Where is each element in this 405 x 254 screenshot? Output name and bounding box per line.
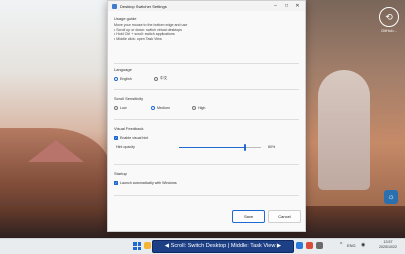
start-button[interactable] bbox=[133, 242, 141, 250]
sensitivity-section: Scroll Sensitivity Low Medium High bbox=[114, 96, 299, 110]
divider bbox=[114, 195, 299, 196]
scroll-hint-banner: ◀ Scroll: Switch Desktop | Middle: Task … bbox=[152, 240, 294, 253]
visual-feedback-title: Visual Feedback bbox=[114, 126, 144, 131]
file-explorer-icon[interactable] bbox=[144, 242, 151, 249]
desktop-icon-label: GitHub... bbox=[381, 28, 397, 33]
wallpaper-arch bbox=[318, 70, 370, 190]
sensitivity-option-high[interactable]: High bbox=[192, 106, 205, 110]
language-chinese-label: 中文 bbox=[160, 76, 168, 80]
usage-guide-text: Move your mouse to the bottom edge and u… bbox=[114, 23, 299, 41]
usage-guide-section: Usage guide Move your mouse to the botto… bbox=[114, 16, 299, 41]
language-section: Language English 中文 bbox=[114, 67, 299, 81]
divider bbox=[114, 164, 299, 165]
radio-unselected[interactable] bbox=[154, 76, 158, 81]
checkbox-checked-icon[interactable]: ✓ bbox=[114, 136, 118, 140]
minimize-button[interactable]: – bbox=[270, 1, 281, 11]
widget-icon[interactable]: ☼ bbox=[384, 190, 398, 204]
sensitivity-title: Scroll Sensitivity bbox=[114, 96, 144, 101]
visual-feedback-section: Visual Feedback ✓ Enable visual hint Hin… bbox=[114, 126, 299, 151]
enable-visual-hint-label: Enable visual hint bbox=[120, 136, 149, 140]
language-english-label: English bbox=[120, 76, 132, 81]
save-button[interactable]: Save bbox=[232, 210, 265, 223]
settings-dialog: Desktop Switcher Settings – □ ✕ Usage gu… bbox=[107, 0, 306, 232]
opacity-slider-thumb[interactable] bbox=[243, 144, 246, 151]
launch-at-startup-label: Launch automatically with Windows bbox=[120, 181, 177, 185]
maximize-button[interactable]: □ bbox=[281, 1, 292, 11]
wallpaper-mountain bbox=[28, 140, 84, 162]
divider bbox=[114, 119, 299, 120]
sensitivity-option-low[interactable]: Low bbox=[114, 106, 151, 110]
edge-browser-icon[interactable] bbox=[296, 242, 303, 249]
taskbar: ◀ Scroll: Switch Desktop | Middle: Task … bbox=[0, 238, 405, 254]
hint-opacity-label: Hint opacity bbox=[116, 145, 135, 149]
language-option-english[interactable]: English bbox=[114, 76, 154, 81]
usage-guide-title: Usage guide bbox=[114, 16, 137, 21]
opacity-slider-fill bbox=[179, 147, 245, 148]
checkbox-checked-icon[interactable]: ✓ bbox=[114, 181, 118, 185]
divider bbox=[114, 89, 299, 90]
github-desktop-icon[interactable]: ⟲ bbox=[379, 7, 399, 27]
language-option-chinese[interactable]: 中文 bbox=[154, 76, 167, 81]
dialog-title: Desktop Switcher Settings bbox=[120, 3, 167, 9]
divider bbox=[114, 63, 299, 64]
radio-selected[interactable] bbox=[151, 106, 155, 110]
clock[interactable]: 13:57 2025/10/22 bbox=[374, 240, 402, 250]
enable-visual-hint-checkbox[interactable]: ✓ Enable visual hint bbox=[114, 136, 299, 140]
sensitivity-high-label: High bbox=[198, 106, 206, 110]
clock-date: 2025/10/22 bbox=[379, 245, 397, 249]
hint-opacity-value: 80% bbox=[268, 145, 276, 149]
startup-section: Startup ✓ Launch automatically with Wind… bbox=[114, 171, 299, 185]
hint-opacity-row: Hint opacity 80% bbox=[114, 144, 299, 151]
cancel-button[interactable]: Cancel bbox=[268, 210, 301, 223]
language-title: Language bbox=[114, 67, 132, 72]
launch-at-startup-checkbox[interactable]: ✓ Launch automatically with Windows bbox=[114, 181, 299, 185]
radio-unselected[interactable] bbox=[192, 106, 196, 110]
language-indicator[interactable]: ENG bbox=[347, 243, 356, 248]
guide-line: • Middle click: open Task View bbox=[114, 36, 162, 41]
terminal-icon[interactable] bbox=[316, 242, 323, 249]
radio-unselected[interactable] bbox=[114, 106, 118, 110]
sensitivity-low-label: Low bbox=[120, 106, 127, 110]
titlebar[interactable]: Desktop Switcher Settings – □ ✕ bbox=[108, 1, 305, 11]
sensitivity-option-medium[interactable]: Medium bbox=[151, 106, 192, 110]
app-icon-red[interactable] bbox=[306, 242, 313, 249]
sensitivity-medium-label: Medium bbox=[157, 106, 170, 110]
tray-chevron-icon[interactable]: ^ bbox=[340, 242, 342, 248]
startup-title: Startup bbox=[114, 171, 127, 176]
network-icon[interactable]: ◉ bbox=[361, 242, 365, 248]
radio-selected[interactable] bbox=[114, 76, 118, 81]
app-icon bbox=[112, 3, 117, 9]
close-button[interactable]: ✕ bbox=[292, 1, 303, 11]
